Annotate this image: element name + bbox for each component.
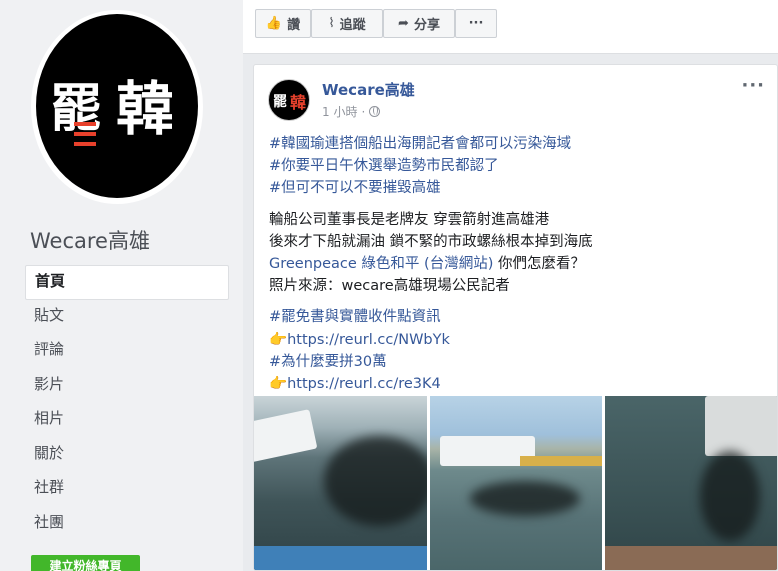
share-button[interactable]: ➦ 分享 bbox=[383, 9, 455, 38]
thumbs-up-icon: 👍 bbox=[265, 16, 283, 31]
post-timestamp[interactable]: 1 小時 bbox=[322, 103, 357, 120]
page-nav: 首頁 貼文 評論 影片 相片 關於 社群 社團 bbox=[25, 265, 229, 541]
url-link[interactable]: https://reurl.cc/NWbYk bbox=[287, 332, 450, 348]
nav-item-community[interactable]: 社群 bbox=[25, 472, 229, 507]
hashtag-line[interactable]: #罷免書與實體收件點資訊 bbox=[269, 306, 769, 328]
hashtag-line[interactable]: #為什麼要拼30萬 bbox=[269, 351, 769, 373]
share-arrow-icon: ➦ bbox=[398, 16, 409, 31]
nav-item-reviews[interactable]: 評論 bbox=[25, 334, 229, 369]
photo-rail bbox=[254, 546, 427, 570]
photo-pier bbox=[605, 546, 777, 570]
post-text-line: Greenpeace 綠色和平 (台灣網站) 你們怎麼看？ bbox=[269, 253, 769, 275]
page-sidebar: 罷 韓 Wecare高雄 首頁 貼文 評論 影片 相片 關於 社群 社團 建立粉… bbox=[0, 0, 243, 571]
url-line: 👉https://reurl.cc/NWbYk bbox=[269, 329, 769, 351]
post-meta: 1 小時 · bbox=[322, 103, 381, 120]
post-text-fragment: 你們怎麼看？ bbox=[493, 256, 585, 273]
share-label: 分享 bbox=[413, 18, 440, 33]
post-photo[interactable] bbox=[254, 396, 427, 570]
post-author-name[interactable]: Wecare高雄 bbox=[322, 79, 415, 100]
page-title[interactable]: Wecare高雄 bbox=[30, 225, 150, 255]
nav-item-home[interactable]: 首頁 bbox=[25, 265, 229, 300]
photo-hull-shape bbox=[705, 396, 777, 456]
url-link[interactable]: https://reurl.cc/re3K4 bbox=[287, 376, 441, 392]
like-label: 讚 bbox=[287, 18, 301, 33]
avatar-logo-stripes bbox=[74, 122, 96, 126]
post-meta-separator: · bbox=[361, 104, 366, 119]
hashtag-line[interactable]: #你要平日午休選舉造勢市民都認了 bbox=[269, 155, 769, 177]
post-text-line: 輪船公司董事長是老牌友 穿雲箭射進高雄港 bbox=[269, 211, 550, 228]
like-button[interactable]: 👍 讚 bbox=[255, 9, 311, 38]
nav-item-videos[interactable]: 影片 bbox=[25, 369, 229, 404]
url-line: 👉https://reurl.cc/re3K4 bbox=[269, 373, 769, 395]
page-profile-picture[interactable]: 罷 韓 bbox=[31, 10, 203, 204]
nav-item-about[interactable]: 關於 bbox=[25, 438, 229, 473]
hashtag-line[interactable]: #但可不可以不要摧毀高雄 bbox=[269, 177, 769, 199]
avatar-logo-right: 韓 bbox=[116, 75, 175, 143]
post-photo[interactable] bbox=[605, 396, 777, 570]
post-avatar-logo-right: 韓 bbox=[290, 93, 307, 112]
more-dots-icon: ··· bbox=[468, 16, 484, 31]
nav-item-photos[interactable]: 相片 bbox=[25, 403, 229, 438]
page-action-bar: 👍 讚 ⌇ 追蹤 ➦ 分享 ··· bbox=[243, 0, 778, 54]
photo-oil-slick bbox=[324, 436, 427, 526]
photo-oil-slick bbox=[470, 481, 580, 516]
follow-button[interactable]: ⌇ 追蹤 bbox=[311, 9, 383, 38]
post-options-icon[interactable]: ··· bbox=[741, 75, 765, 96]
post-author-avatar[interactable]: 罷 韓 bbox=[268, 79, 310, 121]
rss-icon: ⌇ bbox=[328, 16, 335, 31]
greenpeace-mention-link[interactable]: Greenpeace 綠色和平 (台灣網站) bbox=[269, 256, 493, 272]
post-avatar-logo-left: 罷 bbox=[273, 94, 287, 110]
more-options-button[interactable]: ··· bbox=[455, 9, 497, 38]
photo-boat-shape bbox=[254, 409, 318, 463]
post-text-line: 後來才下船就漏油 鎖不緊的市政螺絲根本掉到海底 bbox=[269, 233, 593, 250]
avatar-logo-left: 罷 bbox=[50, 79, 102, 139]
photo-tire-fender bbox=[700, 451, 760, 541]
post-photo[interactable] bbox=[430, 396, 602, 570]
globe-icon[interactable] bbox=[369, 106, 381, 117]
follow-label: 追蹤 bbox=[339, 18, 366, 33]
post-text-line: 照片來源：wecare高雄現場公民記者 bbox=[269, 278, 510, 295]
photo-pier bbox=[520, 456, 602, 466]
nav-item-groups[interactable]: 社團 bbox=[25, 507, 229, 542]
post-body: #韓國瑜連搭個船出海開記者會都可以污染海域 #你要平日午休選舉造勢市民都認了 #… bbox=[269, 133, 769, 395]
post-card: 罷 韓 Wecare高雄 1 小時 · ··· #韓國瑜連搭個船出海開記者會都可… bbox=[253, 64, 778, 571]
pointing-hand-icon: 👉 bbox=[269, 376, 288, 393]
avatar[interactable]: 罷 韓 bbox=[36, 14, 198, 198]
post-photo-grid bbox=[254, 396, 777, 570]
create-page-button[interactable]: 建立粉絲專頁 bbox=[31, 555, 140, 571]
hashtag-line[interactable]: #韓國瑜連搭個船出海開記者會都可以污染海域 bbox=[269, 133, 769, 155]
pointing-hand-icon: 👉 bbox=[269, 331, 288, 348]
nav-item-posts[interactable]: 貼文 bbox=[25, 300, 229, 335]
